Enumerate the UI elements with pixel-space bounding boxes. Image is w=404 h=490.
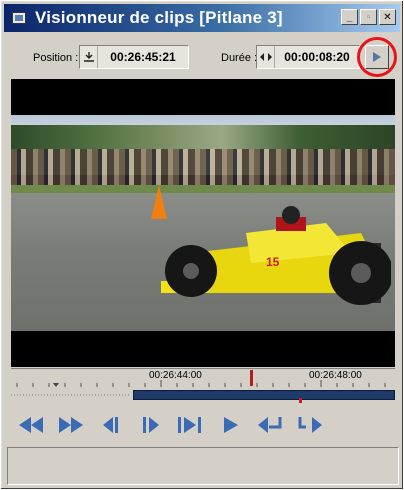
mark-in-button[interactable] <box>255 412 287 438</box>
duration-label: Durée : <box>221 52 258 64</box>
close-icon: ✕ <box>383 11 392 23</box>
scrub-bar[interactable] <box>11 388 395 403</box>
duration-arrows-icon <box>257 46 275 68</box>
ruler-label-2: 00:26:48:00 <box>309 370 362 381</box>
step-forward-button[interactable] <box>135 412 167 438</box>
go-to-end-icon <box>178 417 201 433</box>
fast-forward-button[interactable] <box>55 412 87 438</box>
position-label: Position : <box>33 52 79 64</box>
duration-value: 00:00:08:20 <box>284 50 350 64</box>
video-scene: 15 <box>11 115 395 331</box>
race-car: 15 <box>161 206 391 305</box>
step-back-icon <box>103 417 118 433</box>
maximize-icon: ▫ <box>366 11 371 23</box>
position-value: 00:26:45:21 <box>110 50 176 64</box>
window-controls: _ ▫ ✕ <box>341 9 396 25</box>
scrub-handle[interactable] <box>299 398 302 403</box>
video-frame[interactable]: 15 <box>11 79 395 367</box>
play-transport-button[interactable] <box>215 412 247 438</box>
position-download-icon <box>80 46 98 68</box>
time-ruler[interactable]: 00:26:44:00 00:26:48:00 <box>11 368 395 388</box>
minimize-button[interactable]: _ <box>341 9 358 25</box>
scrub-track[interactable] <box>133 390 395 400</box>
step-back-button[interactable] <box>95 412 127 438</box>
maximize-button[interactable]: ▫ <box>360 9 377 25</box>
mark-out-icon <box>298 417 322 433</box>
duration-field[interactable]: 00:00:08:20 <box>256 45 360 69</box>
rewind-button[interactable] <box>15 412 47 438</box>
fast-forward-icon <box>59 417 83 433</box>
position-field[interactable]: 00:26:45:21 <box>79 45 189 69</box>
minimize-icon: _ <box>346 11 353 23</box>
highlight-circle <box>357 37 397 77</box>
rewind-icon <box>19 417 43 433</box>
transport-controls <box>7 407 399 443</box>
ruler-label-1: 00:26:44:00 <box>149 370 202 381</box>
go-to-end-button[interactable] <box>175 412 207 438</box>
step-forward-icon <box>143 417 159 433</box>
status-area <box>7 447 399 485</box>
mark-out-button[interactable] <box>295 412 327 438</box>
play-icon <box>224 417 238 433</box>
window-title: Visionneur de clips [Pitlane 3] <box>35 8 283 27</box>
clip-viewer-window: Visionneur de clips [Pitlane 3] _ ▫ ✕ Po… <box>0 0 404 490</box>
clip-viewer-icon <box>10 9 30 27</box>
mark-in-icon <box>258 417 282 433</box>
close-button[interactable]: ✕ <box>379 9 396 25</box>
svg-text:15: 15 <box>266 255 280 269</box>
title-bar[interactable]: Visionneur de clips [Pitlane 3] _ ▫ ✕ <box>4 4 400 32</box>
